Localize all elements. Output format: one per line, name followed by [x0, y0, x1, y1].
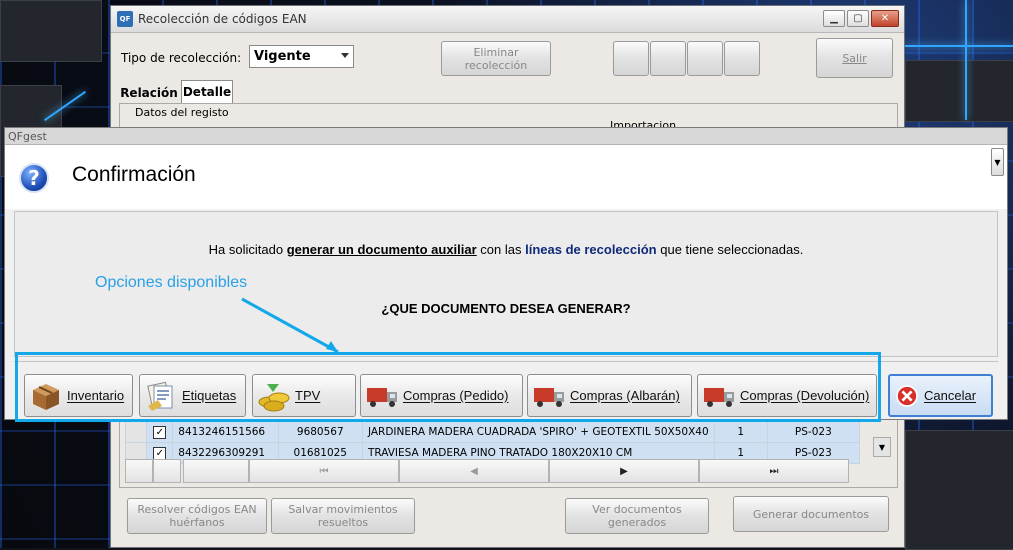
compras-devolucion-label: Compras (Devolución) [740, 388, 870, 403]
compras-pedido-button[interactable]: Compras (Pedido) [360, 374, 523, 417]
truck-icon [534, 387, 564, 407]
cancelar-label: Cancelar [924, 388, 977, 403]
inventario-label: Inventario [67, 388, 125, 403]
tpv-label: TPV [295, 388, 321, 403]
cancelar-button[interactable]: Cancelar [888, 374, 993, 417]
labels-icon [147, 381, 173, 411]
inventario-button[interactable]: Inventario [24, 374, 133, 417]
truck-icon [367, 387, 397, 407]
annotation-arrow [241, 297, 339, 354]
etiquetas-button[interactable]: Etiquetas [139, 374, 246, 417]
compras-pedido-label: Compras (Pedido) [403, 388, 509, 403]
coins-icon [258, 383, 290, 411]
compras-devolucion-button[interactable]: Compras (Devolución) [697, 374, 877, 417]
box-icon [33, 383, 59, 410]
cancel-icon [896, 384, 918, 407]
compras-albaran-button[interactable]: Compras (Albarán) [527, 374, 692, 417]
compras-albaran-label: Compras (Albarán) [570, 388, 680, 403]
truck-icon [704, 387, 734, 407]
etiquetas-label: Etiquetas [182, 388, 237, 403]
tpv-button[interactable]: TPV [252, 374, 356, 417]
